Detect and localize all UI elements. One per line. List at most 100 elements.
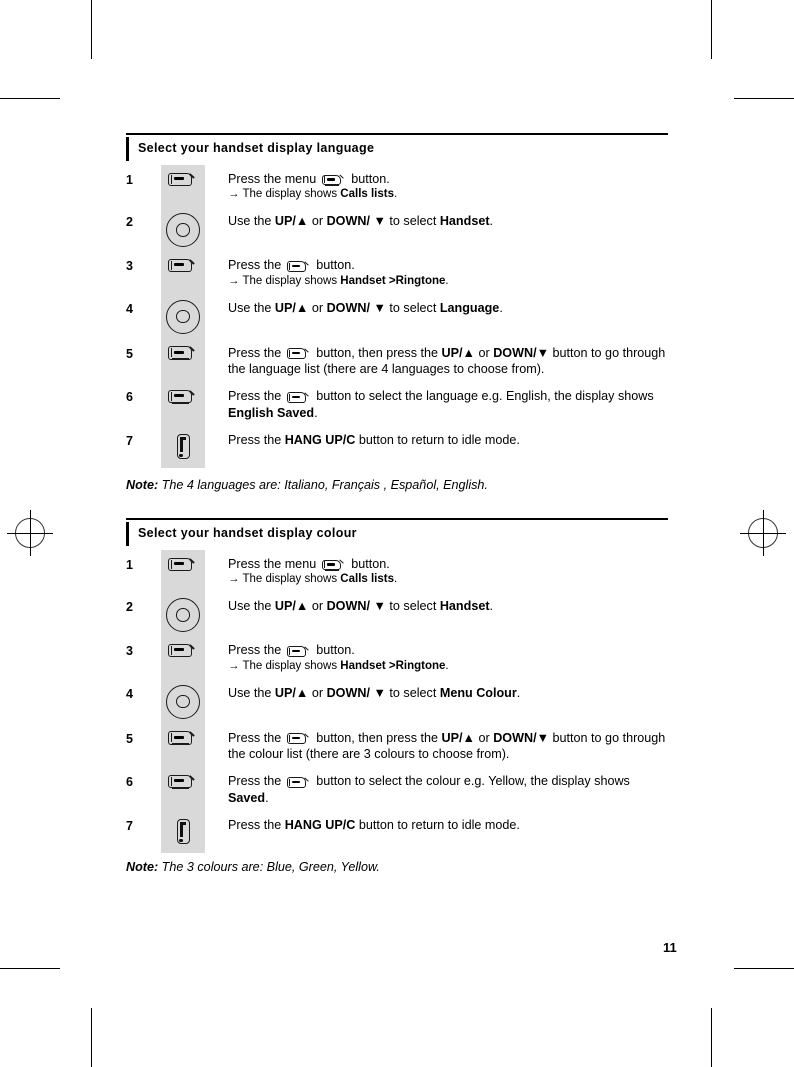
navigation-wheel-icon (166, 213, 200, 248)
section-header: Select your handset display language (126, 133, 668, 161)
step-instruction-line: Use the UP/▲ or DOWN/ ▼ to select Handse… (228, 599, 494, 614)
registration-mark-left (7, 510, 53, 556)
step-instruction-line: Use the UP/▲ or DOWN/ ▼ to select Langua… (228, 300, 503, 315)
step-number: 2 (126, 600, 133, 615)
step-text: Press the button, then press the UP/▲ or… (205, 728, 668, 763)
menu-button-icon (286, 347, 311, 361)
step-row: 5 Press the button, then press the UP/▲ o… (126, 728, 668, 763)
step-number: 4 (126, 686, 133, 701)
step-row: 7 Press the HANG UP/C button to return to… (126, 815, 668, 847)
menu-button-icon (286, 732, 311, 746)
step-icon-cell (161, 683, 205, 719)
note-text: The 3 colours are: Blue, Green, Yellow. (158, 860, 380, 874)
emphasis-text: UP/▲ (441, 730, 475, 745)
step-text: Use the UP/▲ or DOWN/ ▼ to select Handse… (205, 211, 668, 229)
step-text: Press the HANG UP/C button to return to … (205, 430, 668, 448)
emphasis-text: Handset (439, 214, 490, 229)
crop-mark-top-right-vertical (711, 0, 712, 59)
step-number: 2 (126, 215, 133, 230)
step-text: Press the menu button. → The display show… (205, 554, 668, 587)
step-number: 5 (126, 731, 133, 746)
step-text: Press the HANG UP/C button to return to … (205, 815, 668, 833)
emphasis-text: DOWN/▼ (493, 730, 550, 745)
crop-mark-top-right-horizontal (734, 98, 794, 99)
step-result-line: → The display shows Handset >Ringtone. (228, 659, 449, 672)
emphasis-text: HANG UP/C (284, 818, 356, 833)
step-number: 1 (126, 173, 133, 187)
emphasis-text: Language (439, 300, 500, 315)
emphasis-text: Handset >Ringtone (340, 274, 446, 287)
menu-button-icon (286, 260, 311, 274)
step-icon-cell (161, 596, 205, 633)
step-icon-cell (161, 430, 205, 462)
section-header-bar (126, 522, 129, 546)
emphasis-text: DOWN/▼ (493, 345, 550, 360)
steps-list: 1 Press the menu button. → The display sho… (126, 546, 668, 853)
hang-up-icon (175, 817, 192, 847)
emphasis-text: UP/▲ (274, 214, 309, 229)
emphasis-text: Handset (439, 599, 490, 614)
emphasis-text: Saved (228, 790, 266, 805)
emphasis-text: DOWN/ ▼ (326, 599, 386, 614)
step-text: Press the button. → The display shows Han… (205, 255, 668, 288)
step-row: 6 Press the button to select the language… (126, 386, 668, 421)
section-title: Select your handset display colour (138, 526, 357, 540)
emphasis-text: Menu Colour (439, 685, 517, 700)
section-title: Select your handset display language (138, 141, 375, 155)
emphasis-text: Handset >Ringtone (340, 659, 446, 672)
step-instruction-line: Use the UP/▲ or DOWN/ ▼ to select Menu C… (228, 685, 521, 700)
step-number: 7 (126, 434, 133, 449)
menu-button-icon (168, 773, 198, 790)
emphasis-text: DOWN/ ▼ (326, 300, 386, 315)
step-number: 1 (126, 558, 133, 572)
crop-mark-bottom-right-horizontal (734, 968, 794, 969)
step-icon-cell (161, 169, 205, 188)
section-header: Select your handset display colour (126, 518, 668, 546)
step-text: Use the UP/▲ or DOWN/ ▼ to select Langua… (205, 298, 668, 316)
menu-button-icon (168, 257, 198, 274)
step-icon-cell (161, 771, 205, 790)
registration-mark-right (740, 510, 786, 556)
step-icon-cell (161, 298, 205, 334)
menu-button-icon (168, 556, 198, 573)
step-icon-cell (161, 211, 205, 248)
navigation-wheel-icon (166, 598, 200, 633)
page-number: 11 (663, 940, 677, 955)
step-icon-cell (161, 640, 205, 659)
step-text: Press the button to select the colour e.… (205, 771, 668, 806)
emphasis-text: HANG UP/C (284, 433, 356, 448)
step-instruction-line: Press the button, then press the UP/▲ or… (228, 730, 666, 761)
step-instruction-line: Press the menu button. (228, 172, 390, 186)
step-row: 4 Use the UP/▲ or DOWN/ ▼ to select Langu… (126, 298, 668, 334)
navigation-wheel-icon (166, 299, 200, 334)
crop-mark-bottom-left-horizontal (0, 968, 60, 969)
step-instruction-line: Press the menu button. (228, 557, 390, 571)
step-text: Press the button to select the language … (205, 386, 668, 421)
menu-button-icon (168, 345, 198, 362)
menu-button-icon (168, 388, 198, 405)
step-number: 3 (126, 644, 133, 659)
step-result-line: → The display shows Calls lists. (228, 573, 398, 586)
note-text: The 4 languages are: Italiano, Français … (158, 478, 488, 492)
step-instruction-line: Press the HANG UP/C button to return to … (228, 433, 520, 448)
step-row: 1 Press the menu button. → The display sho… (126, 169, 668, 202)
step-instruction-line: Press the button to select the language … (228, 389, 654, 420)
step-number: 7 (126, 819, 133, 834)
menu-button-icon (286, 391, 311, 405)
step-text: Use the UP/▲ or DOWN/ ▼ to select Menu C… (205, 683, 668, 701)
emphasis-text: Calls lists (340, 573, 394, 586)
note-label: Note: (126, 478, 159, 492)
emphasis-text: DOWN/ ▼ (326, 685, 386, 700)
emphasis-text: UP/▲ (274, 300, 309, 315)
step-icon-cell (161, 386, 205, 405)
step-row: 2 Use the UP/▲ or DOWN/ ▼ to select Hands… (126, 596, 668, 633)
steps-list: 1 Press the menu button. → The display sho… (126, 161, 668, 468)
step-row: 3 Press the button. → The display shows Ha… (126, 640, 668, 673)
crop-mark-top-left-horizontal (0, 98, 60, 99)
crop-mark-bottom-right-vertical (711, 1008, 712, 1067)
step-row: 2 Use the UP/▲ or DOWN/ ▼ to select Hands… (126, 211, 668, 248)
step-instruction-line: Use the UP/▲ or DOWN/ ▼ to select Handse… (228, 214, 494, 229)
step-result-line: → The display shows Handset >Ringtone. (228, 274, 449, 287)
emphasis-text: UP/▲ (441, 345, 475, 360)
emphasis-text: UP/▲ (274, 685, 309, 700)
